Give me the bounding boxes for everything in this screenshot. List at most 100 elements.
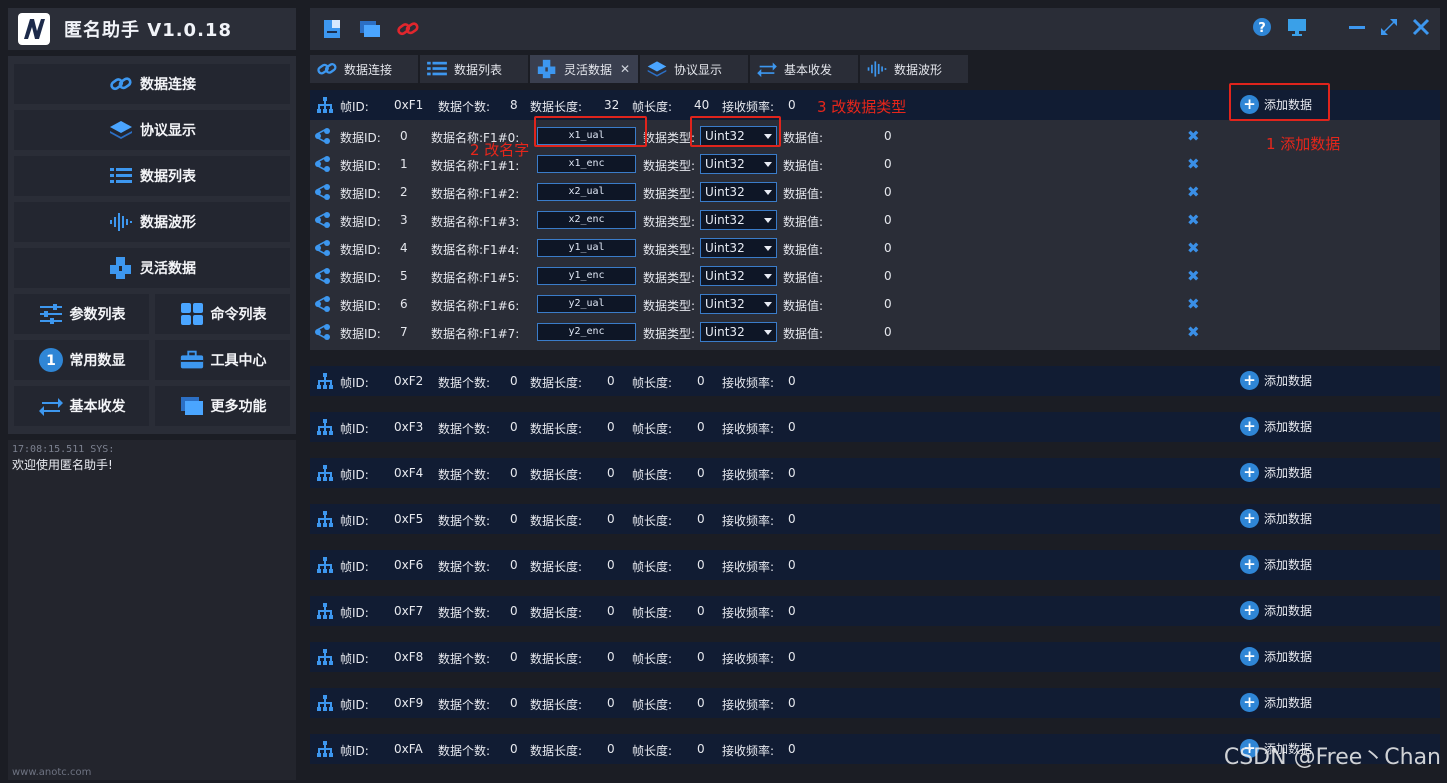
nav-label: 灵活数据 xyxy=(140,261,196,277)
nav-data-connect[interactable]: 数据连接 xyxy=(14,64,290,104)
frame-header-row[interactable]: 帧ID: 0xF2 数据个数: 0 数据长度: 0 帧长度: 0 接收频率: 0 + 添加数据 xyxy=(310,366,1440,396)
data-type-select[interactable]: Uint32 xyxy=(700,238,777,258)
data-name-input[interactable]: x2_ual xyxy=(537,183,636,201)
add-data-button[interactable]: + 添加数据 xyxy=(1240,693,1312,712)
nav-flexible-data[interactable]: 灵活数据 xyxy=(14,248,290,288)
help-icon[interactable]: ? xyxy=(1252,17,1272,40)
add-data-label: 添加数据 xyxy=(1264,512,1313,526)
add-data-button[interactable]: + 添加数据 xyxy=(1240,463,1312,482)
data-type-label: 数据类型: xyxy=(643,271,696,285)
tab-label: 数据连接 xyxy=(344,62,393,77)
data-item-row: 数据ID: 4 数据名称:F1#4: y1_ual 数据类型: Uint32 数据值: 0 ✖ xyxy=(310,234,1440,262)
frame-id-value: 0xF9 xyxy=(394,696,424,710)
add-data-button[interactable]: + 添加数据 xyxy=(1240,555,1312,574)
data-type-select[interactable]: Uint32 xyxy=(700,210,777,230)
nav-data-list[interactable]: 数据列表 xyxy=(14,156,290,196)
annotation-box-name xyxy=(534,116,647,147)
add-data-button[interactable]: + 添加数据 xyxy=(1240,417,1312,436)
add-data-button[interactable]: + 添加数据 xyxy=(1240,371,1312,390)
windows-icon[interactable] xyxy=(358,17,382,41)
data-value-label: 数据值: xyxy=(783,299,824,313)
data-value-label: 数据值: xyxy=(783,159,824,173)
data-length-value: 0 xyxy=(607,512,615,526)
nav-more-features[interactable]: 更多功能 xyxy=(155,386,290,426)
data-value: 0 xyxy=(884,129,892,143)
nav-common-display[interactable]: 1 常用数显 xyxy=(14,340,149,380)
delete-x-icon[interactable]: ✖ xyxy=(1187,239,1200,257)
add-data-button[interactable]: + 添加数据 xyxy=(1240,509,1312,528)
tab-protocol-display[interactable]: 协议显示 xyxy=(640,55,748,83)
delete-x-icon[interactable]: ✖ xyxy=(1187,267,1200,285)
node-icon xyxy=(314,239,332,260)
recv-freq-value: 0 xyxy=(788,466,796,480)
tab-data-list[interactable]: 数据列表 xyxy=(420,55,528,83)
frame-header-row[interactable]: 帧ID: 0xF5 数据个数: 0 数据长度: 0 帧长度: 0 接收频率: 0 + 添加数据 xyxy=(310,504,1440,534)
data-name-label: 数据名称:F1#2: xyxy=(431,187,520,201)
add-data-label: 添加数据 xyxy=(1264,374,1313,388)
frame-tree-icon xyxy=(314,648,336,666)
data-id-label: 数据ID: xyxy=(340,271,381,285)
add-data-button[interactable]: + 添加数据 xyxy=(1240,601,1312,620)
log-timestamp: 17:08:15.511 SYS: xyxy=(12,444,115,455)
frame-header-row[interactable]: 帧ID: 0xF7 数据个数: 0 数据长度: 0 帧长度: 0 接收频率: 0 + 添加数据 xyxy=(310,596,1440,626)
layers-icon xyxy=(646,59,668,79)
frame-list: 帧ID: 0xF1 数据个数: 8 数据长度: 32 帧长度: 40 接收频率: 0 + 添加数据 数据… xyxy=(310,90,1440,764)
nav-tool-center[interactable]: 工具中心 xyxy=(155,340,290,380)
minimize-icon[interactable] xyxy=(1348,18,1366,39)
delete-x-icon[interactable]: ✖ xyxy=(1187,127,1200,145)
svg-text:1: 1 xyxy=(46,353,56,369)
data-type-select[interactable]: Uint32 xyxy=(700,294,777,314)
data-length-label: 数据长度: xyxy=(530,100,583,114)
data-name-input[interactable]: y1_ual xyxy=(537,239,636,257)
frame-header-row[interactable]: 帧ID: 0xF8 数据个数: 0 数据长度: 0 帧长度: 0 接收频率: 0 + 添加数据 xyxy=(310,642,1440,672)
maximize-icon[interactable] xyxy=(1380,18,1398,39)
tab-flexible-data[interactable]: 灵活数据 ✕ xyxy=(530,55,638,83)
frame-header-row[interactable]: 帧ID: 0xF4 数据个数: 0 数据长度: 0 帧长度: 0 接收频率: 0 + 添加数据 xyxy=(310,458,1440,488)
nav-protocol-display[interactable]: 协议显示 xyxy=(14,110,290,150)
delete-x-icon[interactable]: ✖ xyxy=(1187,183,1200,201)
data-name-input[interactable]: x2_enc xyxy=(537,211,636,229)
data-type-select[interactable]: Uint32 xyxy=(700,266,777,286)
chain-icon[interactable] xyxy=(396,17,420,41)
nav-basic-transfer[interactable]: 基本收发 xyxy=(14,386,149,426)
file-icon[interactable] xyxy=(320,17,344,41)
frame-header-row[interactable]: 帧ID: 0xF9 数据个数: 0 数据长度: 0 帧长度: 0 接收频率: 0 + 添加数据 xyxy=(310,688,1440,718)
delete-x-icon[interactable]: ✖ xyxy=(1187,211,1200,229)
nav-param-list[interactable]: 参数列表 xyxy=(14,294,149,334)
log-panel[interactable]: 17:08:15.511 SYS: 欢迎使用匿名助手! www.anotc.co… xyxy=(8,440,296,780)
data-name-input[interactable]: y2_enc xyxy=(537,323,636,341)
data-type-select[interactable]: Uint32 xyxy=(700,154,777,174)
frame-id-value: 0xF6 xyxy=(394,558,424,572)
frame-header-row[interactable]: 帧ID: 0xF6 数据个数: 0 数据长度: 0 帧长度: 0 接收频率: 0 + 添加数据 xyxy=(310,550,1440,580)
main-nav: 数据连接 协议显示 数据列表 数据波形 灵活数据 参数列表 命令列表 1 常用数… xyxy=(8,56,296,434)
data-type-select[interactable]: Uint32 xyxy=(700,182,777,202)
tab-basic-transfer[interactable]: 基本收发 xyxy=(750,55,858,83)
data-name-input[interactable]: y1_enc xyxy=(537,267,636,285)
frame-length-label: 帧长度: xyxy=(632,560,673,574)
plus-circle-icon: + xyxy=(1240,647,1259,666)
data-length-value: 0 xyxy=(607,374,615,388)
data-id-value: 1 xyxy=(400,157,408,171)
data-type-select[interactable]: Uint32 xyxy=(700,322,777,342)
recv-freq-value: 0 xyxy=(788,420,796,434)
monitor-icon[interactable] xyxy=(1286,17,1308,40)
close-icon[interactable] xyxy=(1412,18,1430,39)
data-length-label: 数据长度: xyxy=(530,652,583,666)
add-data-button[interactable]: + 添加数据 xyxy=(1240,647,1312,666)
frame-header-row[interactable]: 帧ID: 0xF3 数据个数: 0 数据长度: 0 帧长度: 0 接收频率: 0 + 添加数据 xyxy=(310,412,1440,442)
frame-tree-icon xyxy=(314,556,336,574)
data-name-input[interactable]: x1_enc xyxy=(537,155,636,173)
data-length-label: 数据长度: xyxy=(530,606,583,620)
nav-data-waveform[interactable]: 数据波形 xyxy=(14,202,290,242)
delete-x-icon[interactable]: ✖ xyxy=(1187,323,1200,341)
data-count-value: 0 xyxy=(510,374,518,388)
tab-data-waveform[interactable]: 数据波形 xyxy=(860,55,968,83)
nav-command-list[interactable]: 命令列表 xyxy=(155,294,290,334)
delete-x-icon[interactable]: ✖ xyxy=(1187,155,1200,173)
delete-x-icon[interactable]: ✖ xyxy=(1187,295,1200,313)
data-count-value: 0 xyxy=(510,558,518,572)
watermark: CSDN @Free丶Chan xyxy=(1223,745,1441,770)
data-name-input[interactable]: y2_ual xyxy=(537,295,636,313)
tab-close-icon[interactable]: ✕ xyxy=(620,62,630,76)
tab-data-connect[interactable]: 数据连接 xyxy=(310,55,418,83)
